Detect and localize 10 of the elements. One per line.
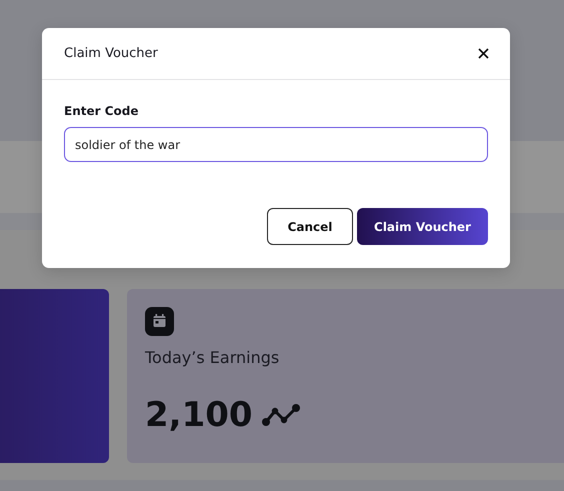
trend-icon (260, 401, 302, 429)
field-label: Enter Code (64, 104, 140, 118)
claim-button[interactable]: Claim Voucher (357, 208, 488, 245)
close-button[interactable] (476, 46, 491, 61)
calendar-icon (145, 307, 174, 336)
code-field[interactable]: soldier of the war (64, 127, 488, 162)
card-title: Today’s Earnings (145, 348, 280, 367)
cancel-button[interactable]: Cancel (267, 208, 353, 245)
dialog-title: Claim Voucher (64, 46, 158, 61)
earnings-value: 2,100 (145, 395, 253, 435)
